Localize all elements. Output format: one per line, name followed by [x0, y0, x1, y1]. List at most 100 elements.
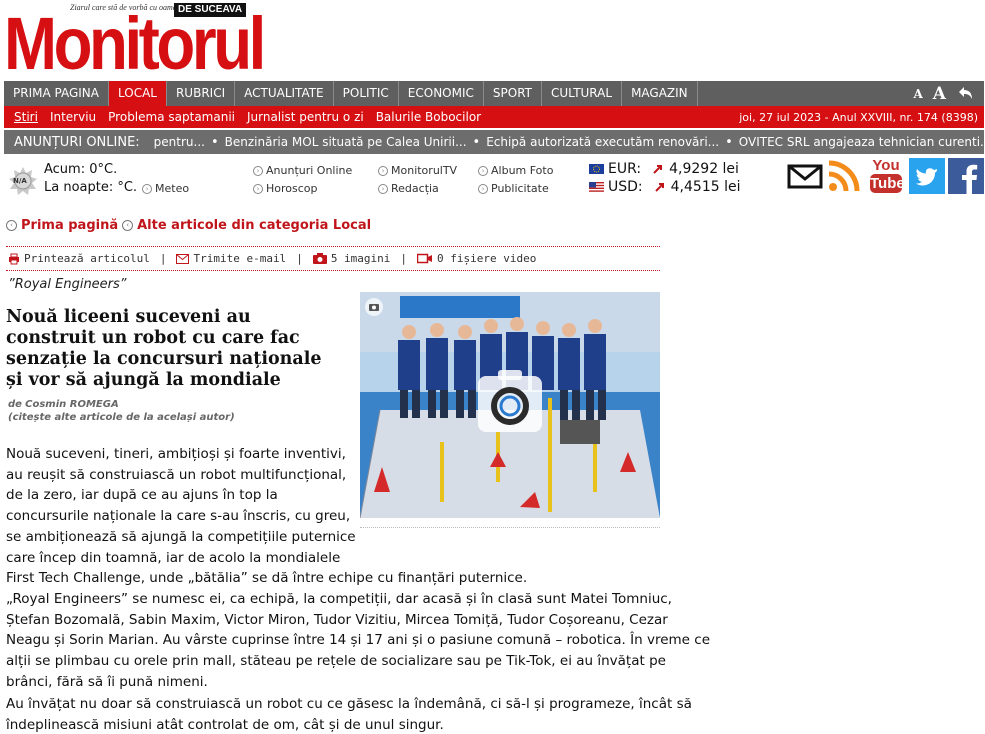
weather-night: La noapte: °C.: [44, 180, 138, 195]
youtube-icon[interactable]: You Tube: [870, 158, 905, 194]
link-label: Horoscop: [266, 182, 318, 195]
text-line: Ștefan Bozomală, Sabin Maxim, Victor Mir…: [6, 611, 668, 628]
back-arrow-icon[interactable]: [956, 86, 974, 102]
nav-item-politic[interactable]: POLITIC: [334, 81, 399, 106]
text-line: brânci, fără să îi pună nimeni.: [6, 673, 208, 690]
link-horoscop[interactable]: › Horoscop: [253, 182, 318, 195]
announcements-ticker: ANUNȚURI ONLINE: pentru... • Benzinăria …: [4, 130, 984, 154]
ticker-bullet: •: [472, 134, 481, 150]
video-camera-icon: [417, 253, 433, 264]
facebook-icon[interactable]: [948, 158, 984, 194]
youtube-tube: Tube: [870, 174, 905, 193]
chevron-right-icon: ›: [253, 183, 263, 194]
envelope-icon: [176, 253, 190, 264]
text-line: au reușit să construiască un robot multi…: [6, 466, 347, 483]
chevron-right-icon: ›: [478, 183, 488, 194]
nav-item-actualitate[interactable]: ACTUALITATE: [235, 81, 334, 106]
ticker-item[interactable]: pentru...: [148, 135, 211, 149]
text-line: de la zero, iar după ce au ajuns în top …: [6, 487, 278, 504]
meteo-link[interactable]: › Meteo: [142, 182, 189, 195]
link-anunturi[interactable]: › Anunțuri Online: [253, 164, 352, 177]
trend-up-icon: [654, 183, 664, 192]
ticker-bullet: •: [210, 134, 219, 150]
usd-rate: USD: 4,4515 lei: [589, 179, 740, 195]
author-more-link[interactable]: (citește alte articole de la același aut…: [8, 412, 235, 423]
ticker-label: ANUNȚURI ONLINE:: [14, 134, 140, 150]
ticker-item[interactable]: OVITEC SRL angajeaza tehnician curenti..…: [733, 135, 984, 149]
nav-item-rubrici[interactable]: RUBRICI: [167, 81, 236, 106]
chevron-right-icon: ›: [378, 183, 388, 194]
article-paragraph: Au învățat nu doar să construiască un ro…: [6, 694, 692, 734]
subnav-item-balurile[interactable]: Balurile Bobocilor: [370, 110, 487, 124]
ticker-item[interactable]: Echipă autorizată executăm renovări...: [480, 135, 725, 149]
meteo-label: Meteo: [155, 182, 190, 195]
usd-label: USD:: [608, 179, 643, 195]
eur-rate: EUR: 4,9292 lei: [589, 161, 739, 177]
site-logo[interactable]: Ziarul care stă de vorbă cu oamenii DE S…: [4, 3, 266, 81]
text-line: Au învățat nu doar să construiască un ro…: [6, 696, 692, 712]
font-decrease-button[interactable]: A: [913, 87, 922, 101]
text-line: First Tech Challenge, unde „bătălia” se …: [6, 570, 528, 587]
divider: [6, 246, 660, 247]
font-increase-button[interactable]: A: [933, 84, 946, 104]
nav-item-local[interactable]: LOCAL: [108, 81, 167, 106]
email-article-button[interactable]: Trimite e-mail: [176, 252, 296, 265]
nav-tools: A A: [913, 81, 984, 106]
text-line: „Royal Engineers” se numesc ei, ca echip…: [6, 591, 672, 607]
twitter-icon[interactable]: [909, 158, 945, 194]
email-label: Trimite e-mail: [193, 252, 287, 265]
nav-item-prima-pagina[interactable]: PRIMA PAGINA: [4, 81, 109, 106]
nav-item-magazin[interactable]: MAGAZIN: [622, 81, 698, 106]
text-line: se ambiționează să ajungă la competițiil…: [6, 528, 356, 545]
ticker-item[interactable]: Benzinăria MOL situată pe Calea Unirii..…: [219, 135, 473, 149]
chevron-right-icon: ›: [253, 165, 263, 176]
chevron-right-icon: ›: [378, 165, 388, 176]
text-line: care încep din toamnă, iar de acolo la m…: [6, 549, 341, 566]
usd-value: 4,4515 lei: [670, 179, 741, 195]
link-publicitate[interactable]: › Publicitate: [478, 182, 549, 195]
nav-item-cultural[interactable]: CULTURAL: [542, 81, 623, 106]
logo-wordmark: Monitorul: [4, 2, 266, 85]
byline: de Cosmin ROMEGA (citește alte articole …: [8, 398, 235, 424]
author-link[interactable]: Cosmin ROMEGA: [25, 399, 119, 410]
chevron-right-icon: ›: [478, 165, 488, 176]
article-intro: Nouă suceveni, tineri, ambițioși și foar…: [6, 444, 527, 589]
article-kicker: ”Royal Engineers”: [8, 277, 127, 292]
link-redactia[interactable]: › Redacția: [378, 182, 439, 195]
ticker-bullet: •: [725, 134, 733, 150]
breadcrumb: ‹ Prima pagină ‹ Alte articole din categ…: [6, 218, 371, 233]
video-label: 0 fișiere video: [437, 252, 537, 265]
link-label: Anunțuri Online: [266, 164, 353, 177]
eur-label: EUR:: [608, 161, 642, 177]
article-title: Nouă liceeni suceveni au construit un ro…: [6, 307, 322, 390]
print-button[interactable]: Printează articolul: [8, 252, 160, 265]
article-tools: Printează articolul | Trimite e-mail | 5…: [8, 252, 546, 265]
subnav-item-interviu[interactable]: Interviu: [44, 110, 102, 124]
link-label: Album Foto: [491, 164, 554, 177]
nav-item-economic[interactable]: ECONOMIC: [399, 81, 484, 106]
breadcrumb-home[interactable]: Prima pagină: [21, 218, 118, 233]
eur-value: 4,9292 lei: [669, 161, 739, 177]
link-label: Redacția: [391, 182, 439, 195]
video-button[interactable]: 0 fișiere video: [417, 252, 546, 265]
images-button[interactable]: 5 imagini: [312, 252, 401, 265]
separator: |: [296, 252, 303, 265]
subnav-item-jurnalist[interactable]: Jurnalist pentru o zi: [241, 110, 370, 124]
chevron-right-icon: ›: [142, 183, 152, 194]
article-paragraph: „Royal Engineers” se numesc ei, ca echip…: [6, 589, 710, 693]
link-monitorul-tv[interactable]: › MonitorulTV: [378, 164, 457, 177]
divider: [6, 270, 660, 271]
sub-nav: Stiri Interviu Problema saptamanii Jurna…: [4, 106, 984, 128]
main-nav: PRIMA PAGINA LOCAL RUBRICI ACTUALITATE P…: [4, 81, 984, 106]
subnav-item-problema[interactable]: Problema saptamanii: [102, 110, 241, 124]
separator: |: [159, 252, 167, 265]
link-label: Publicitate: [491, 182, 549, 195]
breadcrumb-category[interactable]: Alte articole din categoria Local: [137, 218, 371, 233]
link-album-foto[interactable]: › Album Foto: [478, 164, 553, 177]
subnav-item-stiri[interactable]: Stiri: [4, 110, 44, 124]
email-icon[interactable]: [787, 158, 823, 194]
rss-icon[interactable]: [826, 158, 862, 194]
nav-item-sport[interactable]: SPORT: [484, 81, 542, 106]
eu-flag-icon: [589, 164, 604, 174]
chevron-left-icon: ‹: [6, 220, 17, 231]
